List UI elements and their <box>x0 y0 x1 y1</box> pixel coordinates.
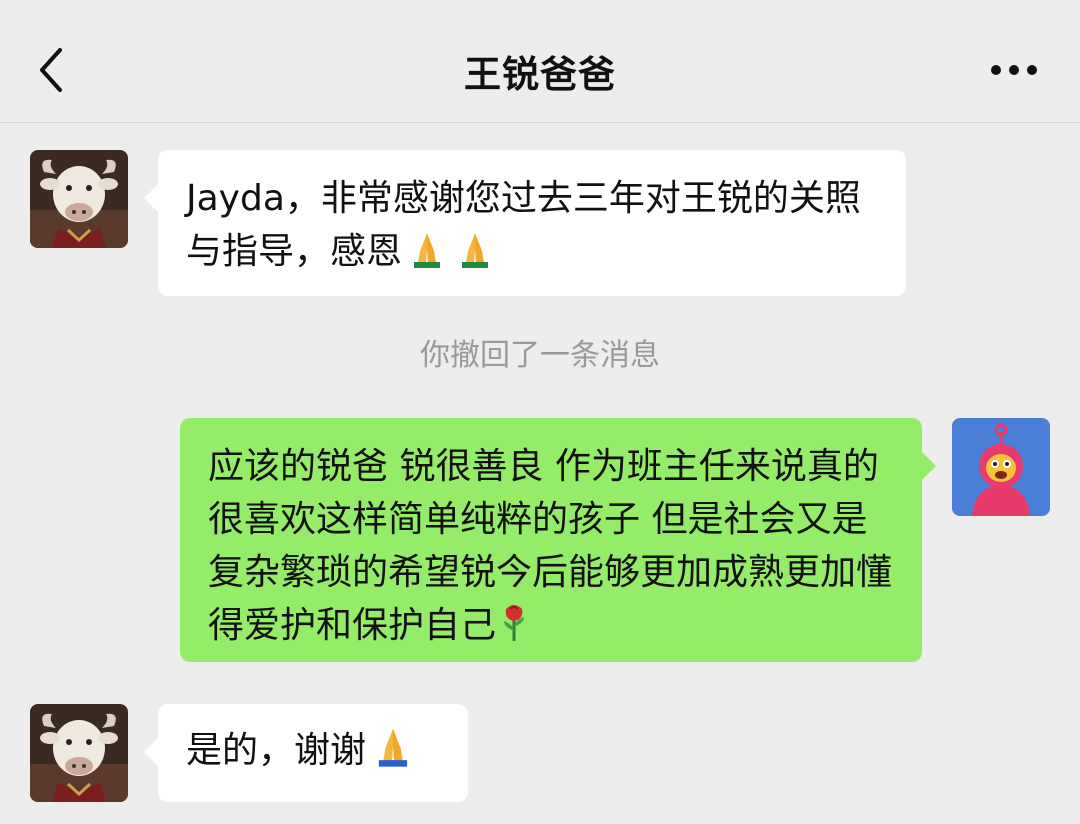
chat-title: 王锐爸爸 <box>464 53 616 96</box>
outgoing-message[interactable]: 应该的锐爸 锐很善良 作为班主任来说真的很喜欢这样简单纯粹的孩子 但是社会又是复… <box>180 418 936 662</box>
rose-emoji-icon <box>498 601 530 658</box>
incoming-message[interactable]: 是的，谢谢 <box>144 704 468 802</box>
folded-hands-emoji-icon <box>452 229 498 284</box>
folded-hands-emoji-icon <box>368 724 418 783</box>
incoming-message[interactable]: Jayda，非常感谢您过去三年对王锐的关照与指导，感恩 <box>144 150 906 296</box>
bull-avatar-icon <box>30 704 128 802</box>
bull-avatar-icon <box>30 150 128 248</box>
message-text: Jayda，非常感谢您过去三年对王锐的关照与指导，感恩 <box>186 178 861 272</box>
bubble-tail <box>144 738 158 766</box>
recall-notice: 你撤回了一条消息 <box>420 338 660 373</box>
teletubby-avatar-icon <box>952 418 1050 516</box>
bubble-tail <box>144 184 158 212</box>
contact-avatar[interactable] <box>30 704 128 802</box>
my-avatar[interactable] <box>952 418 1050 516</box>
more-button[interactable] <box>984 52 1048 88</box>
message-text: 应该的锐爸 锐很善良 作为班主任来说真的很喜欢这样简单纯粹的孩子 但是社会又是复… <box>208 446 893 646</box>
chat-header: 王锐爸爸 <box>0 0 1080 123</box>
folded-hands-emoji-icon <box>404 229 450 284</box>
more-horizontal-icon <box>991 65 1037 75</box>
contact-avatar[interactable] <box>30 150 128 248</box>
message-text: 是的，谢谢 <box>186 730 367 771</box>
bubble-tail <box>922 452 936 480</box>
